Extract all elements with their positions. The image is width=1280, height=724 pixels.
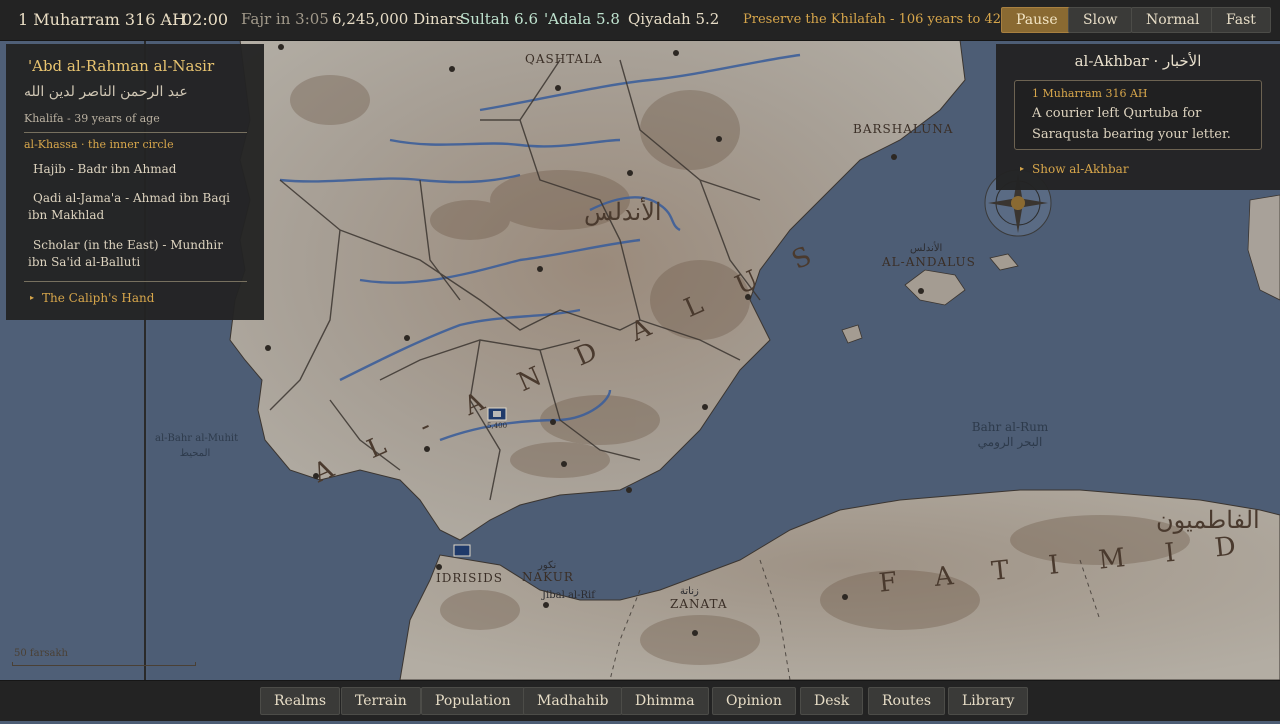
prayer-countdown: Fajr in 3:05 bbox=[241, 10, 329, 28]
khassa-member-scholar[interactable]: Scholar (in the East) - Mundhir ibn Sa'i… bbox=[28, 237, 244, 271]
label-barshaluna: BARSHALUNA bbox=[853, 122, 954, 136]
tab-population[interactable]: Population bbox=[421, 687, 525, 715]
city-marker[interactable] bbox=[692, 630, 698, 636]
city-marker[interactable] bbox=[745, 294, 751, 300]
city-marker[interactable] bbox=[537, 266, 543, 272]
news-item[interactable]: 1 Muharram 316 AH A courier left Qurtuba… bbox=[1014, 80, 1262, 150]
news-item-text: A courier left Qurtuba for Saraqusta bea… bbox=[1032, 106, 1231, 142]
city-marker[interactable] bbox=[626, 487, 632, 493]
city-marker[interactable] bbox=[424, 446, 430, 452]
city-marker[interactable] bbox=[543, 602, 549, 608]
tab-realms[interactable]: Realms bbox=[260, 687, 341, 715]
city-marker[interactable] bbox=[550, 419, 556, 425]
label-fatimid-arabic: الفاطميون bbox=[1156, 506, 1260, 534]
label-al-andalus-region-ar: الأندلس bbox=[910, 243, 943, 254]
game-time: 02:00 bbox=[182, 10, 229, 29]
city-marker[interactable] bbox=[561, 461, 567, 467]
city-marker[interactable] bbox=[702, 404, 708, 410]
army-count: 5,400 bbox=[487, 422, 508, 430]
stat-qiyadah: Qiyadah 5.2 bbox=[628, 10, 720, 28]
city-marker[interactable] bbox=[404, 335, 410, 341]
fleet-marker bbox=[453, 544, 471, 557]
ruler-name: 'Abd al-Rahman al-Nasir bbox=[28, 57, 215, 75]
city-marker[interactable] bbox=[313, 473, 319, 479]
label-bahr-muhit-arabic: المحيط bbox=[179, 448, 211, 459]
khassa-header: al-Khassa · the inner circle bbox=[24, 138, 174, 151]
ruler-role: Khalifa - 39 years of age bbox=[24, 112, 160, 125]
game-date: 1 Muharram 316 AH bbox=[18, 10, 187, 29]
khassa-member-qadi[interactable]: Qadi al-Jama'a - Ahmad ibn Baqi ibn Makh… bbox=[28, 190, 244, 224]
speed-fast-button[interactable]: Fast bbox=[1211, 7, 1271, 33]
city-marker[interactable] bbox=[891, 154, 897, 160]
speed-slow-button[interactable]: Slow bbox=[1068, 7, 1133, 33]
news-item-date: 1 Muharram 316 AH bbox=[1032, 87, 1148, 100]
city-marker[interactable] bbox=[449, 66, 455, 72]
speed-normal-button[interactable]: Normal bbox=[1131, 7, 1215, 33]
calips-hand-label: The Caliph's Hand bbox=[42, 291, 155, 305]
divider bbox=[24, 281, 247, 282]
treasury: 6,245,000 Dinars bbox=[332, 10, 464, 28]
city-marker[interactable] bbox=[436, 564, 442, 570]
city-marker[interactable] bbox=[265, 345, 271, 351]
map-scale-bar bbox=[12, 662, 196, 666]
label-zanata: ZANATA bbox=[670, 597, 728, 611]
stat-sultah: Sultah 6.6 bbox=[460, 10, 538, 28]
ruler-panel: 'Abd al-Rahman al-Nasir عبد الرحمن الناص… bbox=[6, 44, 264, 320]
label-andalus-arabic: الأندلس bbox=[584, 198, 662, 226]
date-separator: · bbox=[167, 11, 172, 27]
khassa-member-hajib[interactable]: Hajib - Badr ibn Ahmad bbox=[28, 161, 249, 178]
stat-adala: 'Adala 5.8 bbox=[544, 10, 620, 28]
tab-desk[interactable]: Desk bbox=[800, 687, 864, 715]
map-scale-label: 50 farsakh bbox=[14, 648, 68, 659]
city-marker[interactable] bbox=[555, 85, 561, 91]
expand-triangle-icon: ▸ bbox=[30, 293, 35, 302]
label-qashtala: QASHTALA bbox=[525, 52, 603, 66]
speed-pause-button[interactable]: Pause bbox=[1001, 7, 1073, 33]
label-bahr-rum-latin: Bahr al-Rum bbox=[971, 420, 1049, 434]
bottom-bar: Realms Terrain Population Madhahib Dhimm… bbox=[0, 680, 1280, 721]
show-akhbar-toggle[interactable]: ▸ Show al-Akhbar bbox=[1020, 162, 1129, 176]
city-marker[interactable] bbox=[918, 288, 924, 294]
akhbar-panel: al-Akhbar · الأخبار 1 Muharram 316 AH A … bbox=[996, 44, 1280, 190]
city-marker[interactable] bbox=[716, 136, 722, 142]
label-bahr-rum-arabic: البحر الرومي bbox=[977, 435, 1043, 449]
tab-terrain[interactable]: Terrain bbox=[341, 687, 421, 715]
label-nakur: NAKUR bbox=[522, 570, 574, 584]
label-al-andalus-region: AL-ANDALUS bbox=[882, 255, 976, 269]
tab-dhimma[interactable]: Dhimma bbox=[621, 687, 709, 715]
top-bar: 1 Muharram 316 AH · 02:00 Fajr in 3:05 6… bbox=[0, 0, 1280, 41]
divider bbox=[24, 132, 247, 133]
label-bahr-muhit: al-Bahr al-Muhit المحيط bbox=[155, 431, 239, 461]
calips-hand-toggle[interactable]: ▸ The Caliph's Hand bbox=[30, 291, 154, 305]
tab-madhahib[interactable]: Madhahib bbox=[523, 687, 623, 715]
ruler-name-arabic: عبد الرحمن الناصر لدين الله bbox=[24, 84, 188, 100]
tab-opinion[interactable]: Opinion bbox=[712, 687, 796, 715]
city-marker[interactable] bbox=[627, 170, 633, 176]
city-marker[interactable] bbox=[673, 50, 679, 56]
tab-routes[interactable]: Routes bbox=[868, 687, 946, 715]
label-jibal-rif: Jibal al-Rif bbox=[542, 590, 595, 601]
show-akhbar-label: Show al-Akhbar bbox=[1032, 162, 1129, 176]
label-bahr-rum: Bahr al-Rum البحر الرومي bbox=[970, 420, 1050, 450]
akhbar-title: al-Akhbar · الأخبار bbox=[1074, 52, 1202, 70]
tab-library[interactable]: Library bbox=[948, 687, 1029, 715]
label-idrisids: IDRISIDS bbox=[436, 571, 503, 585]
expand-triangle-icon: ▸ bbox=[1020, 164, 1025, 173]
label-bahr-muhit-latin: al-Bahr al-Muhit bbox=[155, 433, 239, 444]
objective-text: Preserve the Khilafah - 106 years to 422… bbox=[743, 12, 1035, 27]
city-marker[interactable] bbox=[278, 44, 284, 50]
city-marker[interactable] bbox=[842, 594, 848, 600]
